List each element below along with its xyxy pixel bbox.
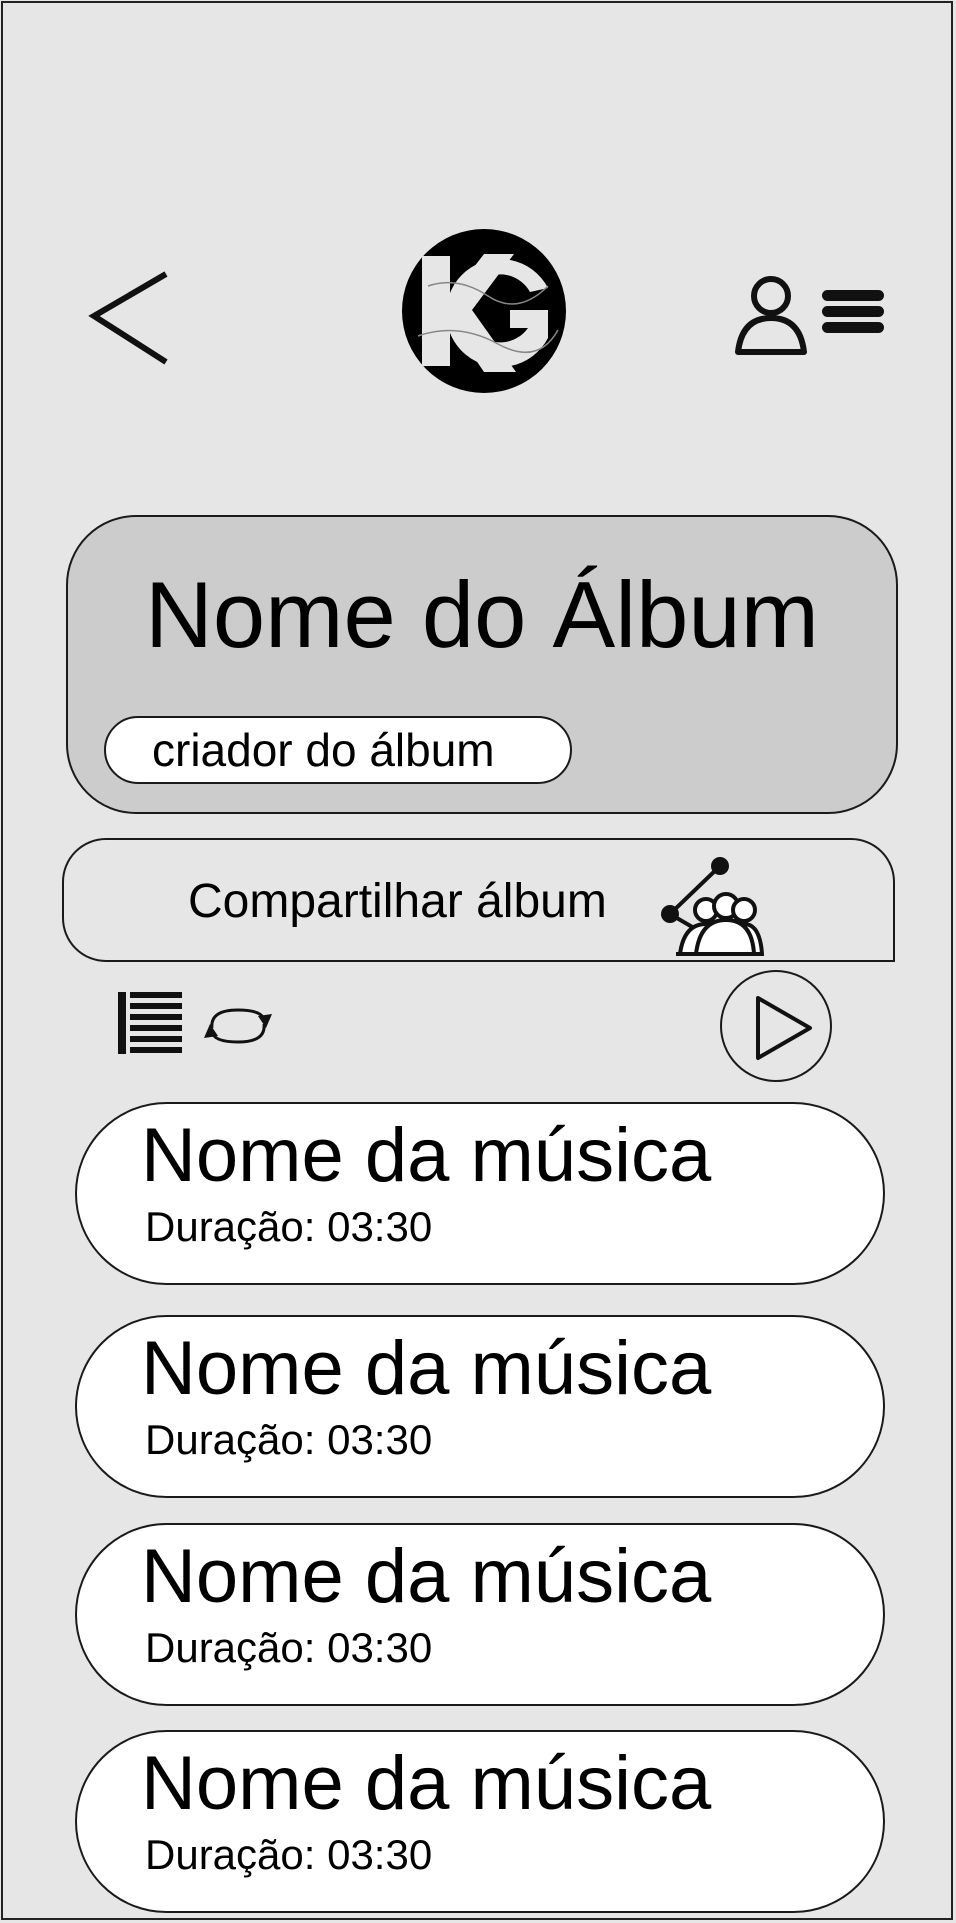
song-title: Nome da música bbox=[141, 1741, 712, 1826]
album-creator-badge[interactable]: criador do álbum bbox=[104, 716, 572, 784]
list-icon[interactable] bbox=[118, 992, 182, 1054]
song-duration: Duração: 03:30 bbox=[145, 1203, 433, 1250]
hamburger-menu-icon[interactable] bbox=[820, 288, 886, 336]
song-duration: Duração: 03:30 bbox=[145, 1624, 433, 1671]
kg-logo bbox=[402, 229, 566, 393]
play-button[interactable] bbox=[720, 970, 832, 1082]
share-group-icon bbox=[661, 857, 764, 956]
album-title: Nome do Álbum bbox=[145, 562, 819, 667]
song-title: Nome da música bbox=[141, 1534, 712, 1619]
song-item[interactable]: Nome da música Duração: 03:30 bbox=[75, 1315, 885, 1498]
song-item[interactable]: Nome da música Duração: 03:30 bbox=[75, 1730, 885, 1913]
play-icon bbox=[756, 996, 812, 1060]
song-duration: Duração: 03:30 bbox=[145, 1416, 433, 1463]
share-album-button[interactable]: Compartilhar álbum bbox=[62, 838, 895, 962]
chevron-left-icon[interactable] bbox=[88, 268, 172, 368]
song-duration: Duração: 03:30 bbox=[145, 1831, 433, 1878]
user-icon[interactable] bbox=[734, 274, 808, 356]
share-album-label: Compartilhar álbum bbox=[188, 875, 607, 928]
song-item[interactable]: Nome da música Duração: 03:30 bbox=[75, 1523, 885, 1706]
song-item[interactable]: Nome da música Duração: 03:30 bbox=[75, 1102, 885, 1285]
album-header-card: Nome do Álbum criador do álbum bbox=[66, 515, 898, 814]
song-title: Nome da música bbox=[141, 1326, 712, 1411]
repeat-icon[interactable] bbox=[202, 1002, 274, 1050]
song-title: Nome da música bbox=[141, 1113, 712, 1198]
